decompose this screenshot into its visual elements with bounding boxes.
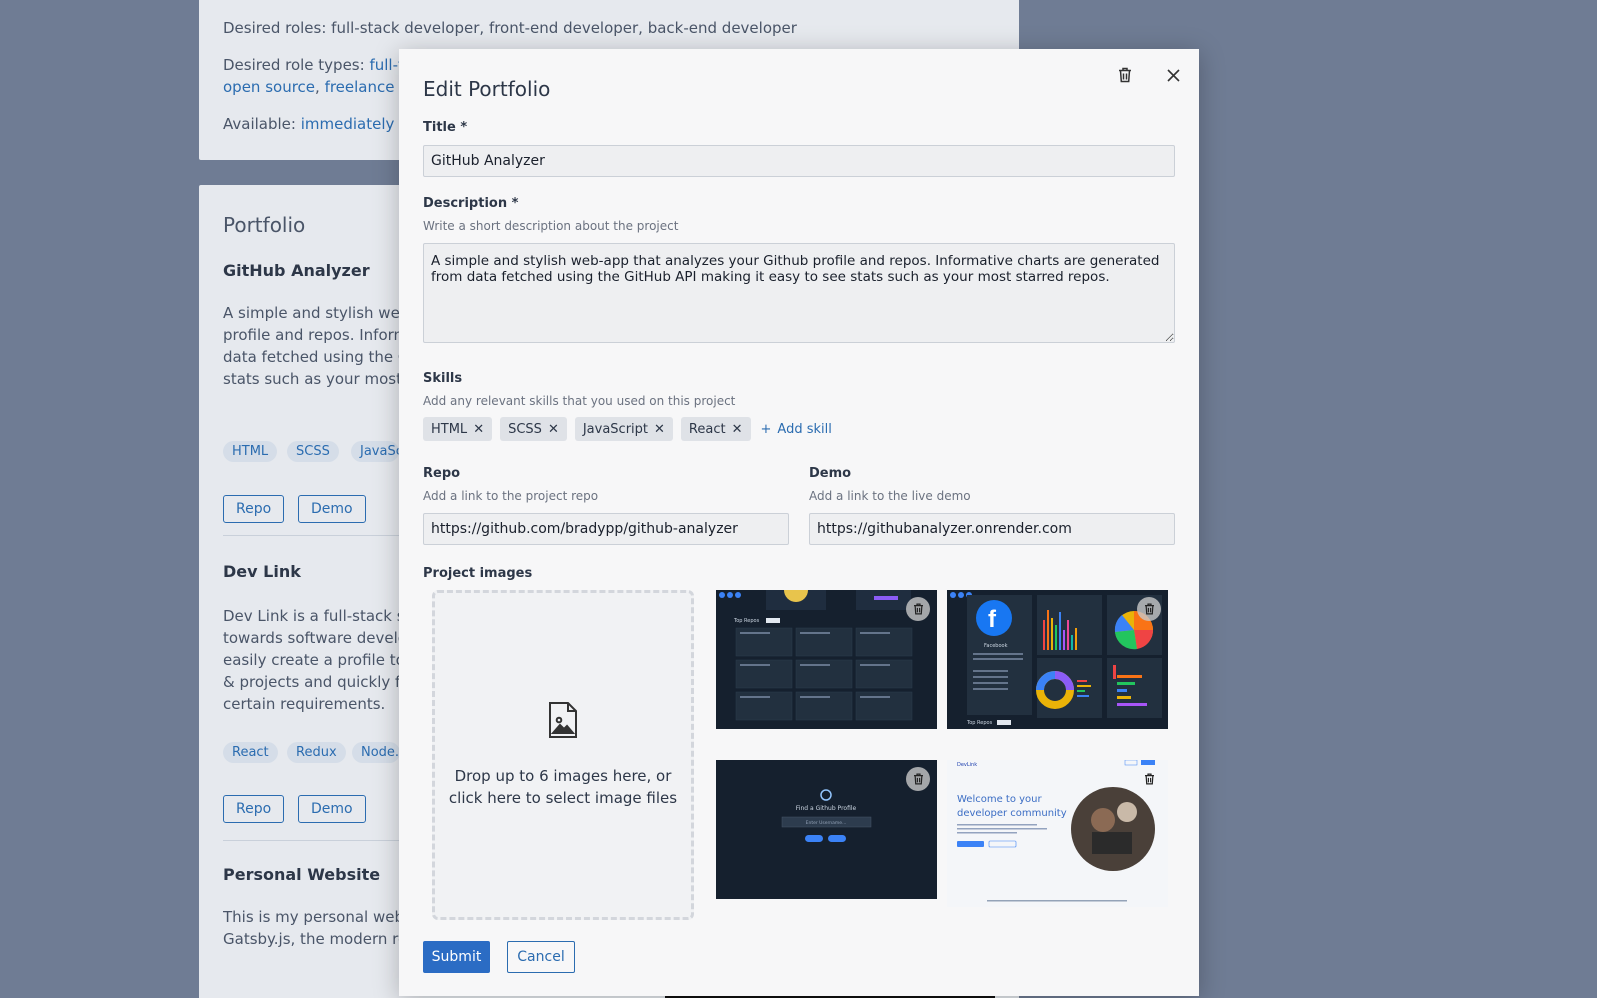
role-type-open-source[interactable]: open source (223, 78, 315, 96)
skill-chip: JavaScript ✕ (574, 417, 673, 441)
repo-button[interactable]: Repo (223, 795, 285, 823)
svg-text:Top Repos: Top Repos (733, 618, 760, 624)
project-tag: Node. (352, 742, 400, 763)
svg-text:Enter Username...: Enter Username... (806, 820, 847, 826)
submit-button[interactable]: Submit (423, 941, 490, 973)
dashboard-repos-screenshot: Top Repos (716, 590, 937, 729)
project-tag: SCSS (287, 441, 339, 462)
skills-list: HTML ✕ SCSS ✕ JavaScript ✕ React ✕ + Add… (423, 417, 832, 441)
trash-icon (1144, 773, 1154, 785)
svg-text:Top Repos: Top Repos (966, 720, 993, 726)
demo-input[interactable] (809, 513, 1175, 545)
devlink-landing-screenshot: DevLink Welcome to your developer commun… (947, 760, 1168, 907)
demo-button[interactable]: Demo (298, 795, 366, 823)
delete-image-button[interactable] (1137, 597, 1161, 621)
project-title: GitHub Analyzer (223, 261, 370, 280)
trash-icon (1144, 603, 1154, 615)
project-image-thumb[interactable]: DevLink Welcome to your developer commun… (947, 760, 1168, 907)
project-images-label: Project images (423, 566, 533, 581)
image-file-icon (549, 702, 577, 738)
trash-icon (1119, 67, 1131, 83)
find-github-profile-screenshot: Find a Github Profile Enter Username... (716, 760, 937, 899)
repo-label: Repo (423, 466, 461, 481)
skill-chip: React ✕ (680, 417, 751, 441)
skills-label: Skills (423, 371, 463, 386)
svg-text:f: f (988, 606, 997, 633)
skill-chip-label: SCSS (508, 421, 542, 437)
svg-text:Facebook: Facebook (984, 643, 1008, 649)
remove-skill-icon[interactable]: ✕ (732, 422, 743, 437)
title-input[interactable] (423, 145, 1175, 177)
skill-chip-label: React (688, 421, 726, 437)
add-skill-button[interactable]: + Add skill (761, 422, 832, 437)
remove-skill-icon[interactable]: ✕ (548, 422, 559, 437)
trash-icon (913, 773, 923, 785)
demo-help: Add a link to the live demo (809, 489, 971, 503)
project-image-thumb[interactable]: Find a Github Profile Enter Username... (716, 760, 937, 899)
project-image-thumb[interactable]: f Facebook Top Repos (947, 590, 1168, 729)
project-image-thumb[interactable]: Top Repos (716, 590, 937, 729)
close-icon (1166, 68, 1180, 82)
title-label: Title * (423, 120, 468, 135)
availability-link[interactable]: immediately (301, 115, 395, 133)
skill-chip: SCSS ✕ (500, 417, 567, 441)
availability: Available: immediately (223, 115, 395, 133)
project-tag: JavaSc (351, 441, 399, 462)
skills-help: Add any relevant skills that you used on… (423, 394, 736, 408)
skill-chip-label: HTML (431, 421, 468, 437)
close-button[interactable] (1161, 63, 1185, 87)
delete-image-button[interactable] (906, 767, 930, 791)
delete-button[interactable] (1113, 63, 1137, 87)
remove-skill-icon[interactable]: ✕ (654, 422, 665, 437)
project-title: Personal Website (223, 865, 381, 884)
project-title: Dev Link (223, 562, 301, 581)
cancel-button[interactable]: Cancel (507, 941, 575, 973)
edit-portfolio-modal: Edit Portfolio Title * Description * Wri… (399, 49, 1199, 996)
dropzone-text: Drop up to 6 images here, or click here … (448, 767, 678, 807)
demo-label: Demo (809, 466, 852, 481)
svg-text:developer community: developer community (957, 808, 1067, 819)
skill-chip: HTML ✕ (423, 417, 493, 441)
image-dropzone[interactable]: Drop up to 6 images here, or click here … (432, 590, 694, 920)
repo-help: Add a link to the project repo (423, 489, 599, 503)
plus-icon: + (760, 421, 772, 437)
project-tag: Redux (287, 742, 346, 763)
svg-text:Welcome to your: Welcome to your (957, 794, 1043, 805)
project-description: A simple and stylish web profile and rep… (223, 304, 413, 388)
portfolio-heading: Portfolio (223, 213, 306, 237)
modal-title: Edit Portfolio (423, 77, 551, 101)
role-type-freelance[interactable]: freelance (325, 78, 395, 96)
description-textarea[interactable]: A simple and stylish web-app that analyz… (423, 243, 1175, 343)
dashboard-charts-screenshot: f Facebook Top Repos (947, 590, 1168, 729)
svg-text:Find a Github Profile: Find a Github Profile (796, 805, 857, 812)
project-tag: React (223, 742, 278, 763)
svg-text:DevLink: DevLink (957, 762, 977, 768)
project-description: This is my personal webs Gatsby.js, the … (223, 908, 412, 948)
remove-skill-icon[interactable]: ✕ (473, 422, 484, 437)
description-label: Description * (423, 196, 519, 211)
repo-input[interactable] (423, 513, 789, 545)
delete-image-button[interactable] (1137, 767, 1161, 791)
project-description: Dev Link is a full-stack so towards soft… (223, 607, 413, 713)
repo-button[interactable]: Repo (223, 495, 285, 523)
description-help: Write a short description about the proj… (423, 219, 679, 233)
delete-image-button[interactable] (906, 597, 930, 621)
project-tag: HTML (223, 441, 278, 462)
demo-button[interactable]: Demo (298, 495, 366, 523)
desired-roles: Desired roles: full-stack developer, fro… (223, 19, 797, 37)
trash-icon (913, 603, 923, 615)
desired-role-types: Desired role types: full-ti (223, 56, 409, 74)
role-types-second-line: open source, freelance (223, 78, 395, 96)
skill-chip-label: JavaScript (582, 421, 649, 437)
